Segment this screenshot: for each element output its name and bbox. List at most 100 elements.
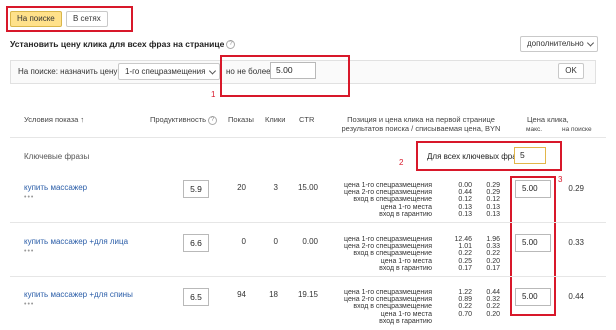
phrase-link-3[interactable]: купить массажер +для спины bbox=[24, 290, 133, 299]
bid-value: 1.01 bbox=[458, 243, 472, 251]
col-position-line2: результатов поиска / списываемая цена, B… bbox=[341, 124, 501, 133]
annotation-number-1: 1 bbox=[211, 90, 216, 99]
charged-value: 0.29 bbox=[486, 182, 500, 189]
search-price-1: 0.29 bbox=[568, 184, 584, 193]
col-productivity-label: Продуктивность bbox=[150, 115, 207, 124]
all-phrases-input[interactable]: 5 bbox=[514, 147, 546, 164]
position-dropdown-value: 1-го спецразмещения bbox=[125, 67, 206, 76]
annotation-number-2: 2 bbox=[399, 158, 404, 167]
bid-list-2: 12.46 1.01 0.22 0.25 0.17 bbox=[446, 236, 472, 272]
annotation-number-3: 3 bbox=[558, 175, 563, 184]
position-label: вход в спецразмещение bbox=[353, 303, 432, 311]
max-bid-input-1[interactable]: 5.00 bbox=[515, 180, 551, 198]
charged-value: 0.20 bbox=[486, 257, 500, 265]
bid-list-3: 1.22 0.89 0.22 0.70 bbox=[446, 289, 472, 318]
position-label: вход в гарантию bbox=[379, 317, 432, 325]
col-bid-title: Цена клика, bbox=[527, 115, 569, 124]
chevron-down-icon bbox=[208, 66, 217, 75]
clicks-value-2: 0 bbox=[273, 237, 278, 246]
charged-value: 0.12 bbox=[486, 196, 500, 204]
clicks-value-3: 18 bbox=[269, 290, 278, 299]
tab-networks[interactable]: В сетях bbox=[66, 11, 108, 27]
group-label: Ключевые фразы bbox=[24, 152, 90, 161]
bid-value: 12.46 bbox=[454, 236, 472, 243]
position-dropdown[interactable]: 1-го спецразмещения bbox=[118, 63, 220, 80]
row-menu-1[interactable]: ••• bbox=[24, 194, 34, 201]
productivity-value-1: 5.9 bbox=[183, 180, 209, 198]
position-label: вход в гарантию bbox=[379, 264, 432, 272]
charged-value: 0.44 bbox=[486, 289, 500, 296]
help-icon[interactable]: ? bbox=[226, 40, 236, 50]
position-label: вход в спецразмещение bbox=[353, 196, 432, 204]
mode-dropdown[interactable]: дополнительно bbox=[520, 36, 598, 52]
tab-search[interactable]: На поиске bbox=[10, 11, 62, 27]
bid-value: 0.00 bbox=[458, 182, 472, 189]
chevron-down-icon bbox=[586, 39, 595, 47]
bid-value: 0.12 bbox=[458, 196, 472, 204]
charged-value: 0.20 bbox=[486, 310, 500, 318]
charged-list-1: 0.29 0.29 0.12 0.13 0.13 bbox=[476, 182, 500, 218]
phrase-link-2[interactable]: купить массажер +для лица bbox=[24, 237, 128, 246]
charged-list-3: 0.44 0.32 0.22 0.20 bbox=[476, 289, 500, 318]
col-productivity[interactable]: Продуктивность? bbox=[150, 115, 218, 125]
position-label: цена 2-го спецразмещения bbox=[344, 189, 432, 197]
ctr-value-2: 0.00 bbox=[302, 237, 318, 246]
charged-value: 0.13 bbox=[486, 203, 500, 211]
charged-value: 0.29 bbox=[486, 189, 500, 197]
position-label: цена 1-го места bbox=[380, 310, 432, 318]
shows-value-2: 0 bbox=[241, 237, 246, 246]
clicks-value-1: 3 bbox=[273, 183, 278, 192]
bulk-price-label: На поиске: назначить цену bbox=[18, 67, 118, 76]
bulk-section-header: Установить цену клика для всех фраз на с… bbox=[10, 39, 236, 50]
position-label: цена 1-го спецразмещения bbox=[344, 182, 432, 189]
col-ctr[interactable]: CTR bbox=[299, 115, 314, 124]
position-label: цена 1-го места bbox=[380, 257, 432, 265]
header-divider bbox=[10, 137, 606, 138]
position-list-1: цена 1-го спецразмещения цена 2-го спецр… bbox=[330, 182, 432, 218]
productivity-value-3: 6.5 bbox=[183, 288, 209, 306]
bid-value: 0.70 bbox=[458, 310, 472, 318]
all-phrases-label: Для всех ключевых фраз: bbox=[427, 152, 523, 161]
position-label: вход в спецразмещение bbox=[353, 250, 432, 258]
search-price-2: 0.33 bbox=[568, 238, 584, 247]
ctr-value-3: 19.15 bbox=[297, 290, 318, 299]
help-icon[interactable]: ? bbox=[208, 115, 218, 125]
col-bid-search: на поиске bbox=[562, 126, 592, 133]
bid-value: 0.25 bbox=[458, 257, 472, 265]
row-menu-2[interactable]: ••• bbox=[24, 248, 34, 255]
col-clicks[interactable]: Клики bbox=[265, 115, 285, 124]
col-bid-max: макс. bbox=[526, 126, 543, 133]
row-divider bbox=[10, 276, 606, 277]
charged-value: 0.13 bbox=[486, 210, 500, 218]
position-label: вход в гарантию bbox=[379, 210, 432, 218]
bid-value: 0.44 bbox=[458, 189, 472, 197]
search-price-3: 0.44 bbox=[568, 292, 584, 301]
bulk-section-title: Установить цену клика для всех фраз на с… bbox=[10, 39, 225, 49]
col-conditions[interactable]: Условия показа ↑ bbox=[24, 115, 84, 124]
productivity-value-2: 6.6 bbox=[183, 234, 209, 252]
charged-value: 0.17 bbox=[486, 264, 500, 272]
position-label: цена 1-го места bbox=[380, 203, 432, 211]
position-list-3: цена 1-го спецразмещения цена 2-го спецр… bbox=[330, 289, 432, 325]
bid-value: 1.22 bbox=[458, 289, 472, 296]
max-bid-input-3[interactable]: 5.00 bbox=[515, 288, 551, 306]
charged-value: 0.33 bbox=[486, 243, 500, 251]
bid-value: 0.17 bbox=[458, 264, 472, 272]
col-position-line1: Позиция и цена клика на первой странице bbox=[347, 115, 495, 124]
phrase-link-1[interactable]: купить массажер bbox=[24, 183, 87, 192]
charged-value: 0.22 bbox=[486, 250, 500, 258]
bid-value: 0.89 bbox=[458, 296, 472, 304]
ok-button[interactable]: OK bbox=[558, 63, 584, 79]
limit-input[interactable]: 5.00 bbox=[270, 62, 316, 79]
position-label: цена 2-го спецразмещения bbox=[344, 296, 432, 304]
charged-value: 0.32 bbox=[486, 296, 500, 304]
bid-value: 0.22 bbox=[458, 250, 472, 258]
bid-value: 0.13 bbox=[458, 203, 472, 211]
shows-value-3: 94 bbox=[237, 290, 246, 299]
shows-value-1: 20 bbox=[237, 183, 246, 192]
col-shows[interactable]: Показы bbox=[228, 115, 254, 124]
row-menu-3[interactable]: ••• bbox=[24, 301, 34, 308]
bid-list-1: 0.00 0.44 0.12 0.13 0.13 bbox=[446, 182, 472, 218]
bid-value: 0.13 bbox=[458, 210, 472, 218]
max-bid-input-2[interactable]: 5.00 bbox=[515, 234, 551, 252]
